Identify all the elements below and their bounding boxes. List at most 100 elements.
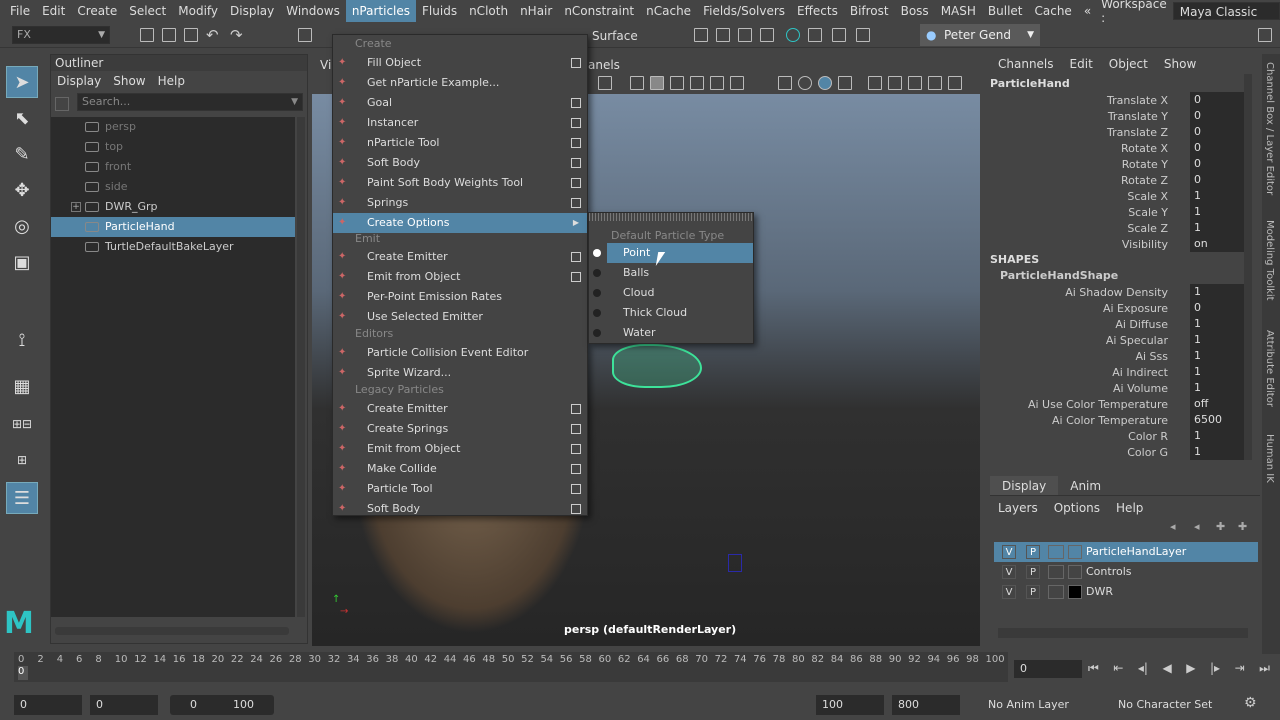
attribute-value-field[interactable]: 1 — [1190, 428, 1248, 444]
attribute-value-field[interactable]: 0 — [1190, 140, 1248, 156]
undo-icon[interactable]: ↶ — [206, 26, 219, 44]
side-tab-2[interactable]: Attribute Editor — [1264, 330, 1275, 407]
menu-nhair[interactable]: nHair — [514, 0, 558, 22]
option-box-icon[interactable] — [571, 484, 581, 494]
animation-prefs-icon[interactable]: ⚙ — [1244, 695, 1257, 711]
attribute-value-field[interactable]: on — [1190, 236, 1248, 252]
menu-select[interactable]: Select — [123, 0, 172, 22]
visibility-toggle[interactable]: V — [1002, 565, 1016, 579]
attribute-name[interactable]: Rotate Y — [1122, 158, 1168, 171]
layer-color-swatch[interactable] — [1068, 585, 1082, 599]
attribute-value-field[interactable]: 1 — [1190, 364, 1248, 380]
character-set-dropdown[interactable]: No Character Set — [1118, 695, 1236, 715]
menu-item-springs[interactable]: ✦ Springs — [333, 193, 587, 213]
attribute-name[interactable]: Ai Diffuse — [1115, 318, 1168, 331]
menu-item-make-collide[interactable]: ✦ Make Collide — [333, 459, 587, 479]
attribute-name[interactable]: Ai Volume — [1113, 382, 1168, 395]
go-to-end-icon[interactable]: ⏭ — [1259, 661, 1270, 676]
channel-menu-edit[interactable]: Edit — [1062, 57, 1101, 71]
layer-row[interactable]: V P Controls — [994, 562, 1258, 582]
outliner-menu-help[interactable]: Help — [152, 74, 191, 88]
outliner-item[interactable]: front — [51, 157, 295, 177]
tearoff-handle[interactable] — [589, 213, 753, 221]
menu-boss[interactable]: Boss — [895, 0, 935, 22]
attribute-value-field[interactable]: 1 — [1190, 188, 1248, 204]
attribute-value-field[interactable]: 1 — [1190, 220, 1248, 236]
attribute-name[interactable]: Rotate Z — [1121, 174, 1168, 187]
attribute-value-field[interactable]: 0 — [1190, 124, 1248, 140]
viewport-panels-menu[interactable]: anels — [588, 58, 620, 72]
hypershade-icon[interactable] — [760, 28, 774, 42]
attribute-value-field[interactable]: 0 — [1190, 172, 1248, 188]
menu-item-paint-soft-body-weights-tool[interactable]: ✦ Paint Soft Body Weights Tool — [333, 173, 587, 193]
lighting-icon[interactable] — [730, 76, 744, 90]
shape-name[interactable]: ParticleHandShape — [1000, 269, 1118, 282]
attribute-name[interactable]: Translate Y — [1108, 110, 1168, 123]
viewport-panel-menu[interactable]: Vi — [320, 58, 331, 72]
paint-select-icon[interactable]: ✎ — [6, 138, 38, 170]
playback-end-field[interactable]: 100 — [816, 695, 884, 715]
outliner-menu-show[interactable]: Show — [107, 74, 151, 88]
layer-editor-scrollbar[interactable] — [998, 628, 1248, 638]
menu-item-soft-body[interactable]: ✦ Soft Body — [333, 153, 587, 173]
menu-item-emit-from-object[interactable]: ✦ Emit from Object — [333, 439, 587, 459]
outliner-item[interactable]: top — [51, 137, 295, 157]
select-camera-icon[interactable] — [868, 76, 882, 90]
option-box-icon[interactable] — [571, 118, 581, 128]
attribute-name[interactable]: Ai Specular — [1106, 334, 1168, 347]
option-box-icon[interactable] — [571, 404, 581, 414]
isolate-icon[interactable] — [778, 76, 792, 90]
menu-file[interactable]: File — [4, 0, 36, 22]
option-box-icon[interactable] — [571, 444, 581, 454]
menu-edit[interactable]: Edit — [36, 0, 71, 22]
attribute-name[interactable]: Ai Exposure — [1103, 302, 1168, 315]
outliner-layout-icon[interactable]: ☰ — [6, 482, 38, 514]
render-icon[interactable] — [694, 28, 708, 42]
expand-icon[interactable]: + — [71, 202, 81, 212]
lights-icon[interactable] — [690, 76, 704, 90]
particle-type-water[interactable]: Water — [607, 323, 753, 343]
new-layer-icon[interactable]: ✚ — [1216, 520, 1225, 533]
layer-color-swatch[interactable] — [1068, 545, 1082, 559]
menu-item-create-options[interactable]: ✦ Create Options ▶ — [333, 213, 587, 233]
attribute-name[interactable]: Ai Color Temperature — [1052, 414, 1168, 427]
step-back-key-icon[interactable]: ⇤ — [1113, 661, 1123, 675]
open-scene-icon[interactable] — [162, 28, 176, 42]
camera-attrs-icon[interactable] — [598, 76, 612, 90]
xray-joints-icon[interactable] — [818, 76, 832, 90]
menu-modify[interactable]: Modify — [172, 0, 224, 22]
gate-icon[interactable] — [838, 76, 852, 90]
playback-icon[interactable] — [832, 28, 846, 42]
menu-nconstraint[interactable]: nConstraint — [558, 0, 640, 22]
menu-item-create-emitter[interactable]: ✦ Create Emitter — [333, 247, 587, 267]
outliner-item[interactable]: + DWR_Grp — [51, 197, 295, 217]
option-box-icon[interactable] — [571, 424, 581, 434]
outliner-item[interactable]: ParticleHand — [51, 217, 295, 237]
menu-item-sprite-wizard[interactable]: ✦ Sprite Wizard... — [333, 363, 587, 383]
menu-item-get-nparticle-example[interactable]: ✦ Get nParticle Example... — [333, 73, 587, 93]
option-box-icon[interactable] — [571, 58, 581, 68]
range-slider[interactable]: 0 100 — [170, 695, 274, 715]
new-layer-selected-icon[interactable]: ✚ — [1238, 520, 1247, 533]
menu-windows[interactable]: Windows — [280, 0, 346, 22]
outliner-item[interactable]: side — [51, 177, 295, 197]
sidebar-toggle-icon[interactable] — [1258, 28, 1272, 42]
outliner-item[interactable]: persp — [51, 117, 295, 137]
attribute-value-field[interactable]: 1 — [1190, 284, 1248, 300]
menu-item-particle-collision-event-editor[interactable]: ✦ Particle Collision Event Editor — [333, 343, 587, 363]
layer-row[interactable]: V P DWR — [994, 582, 1258, 602]
attribute-name[interactable]: Translate X — [1107, 94, 1168, 107]
playback-toggle[interactable]: P — [1026, 565, 1040, 579]
menu-fluids[interactable]: Fluids — [416, 0, 463, 22]
shadows-icon[interactable] — [710, 76, 724, 90]
radio-button-icon[interactable] — [593, 309, 601, 317]
option-box-icon[interactable] — [571, 98, 581, 108]
particle-type-point[interactable]: Point — [607, 243, 753, 263]
attribute-value-field[interactable]: off — [1190, 396, 1248, 412]
radio-button-icon[interactable] — [593, 289, 601, 297]
particle-type-balls[interactable]: Balls — [607, 263, 753, 283]
outliner-menu-display[interactable]: Display — [51, 74, 107, 88]
radio-button-icon[interactable] — [593, 249, 601, 257]
attribute-name[interactable]: Ai Indirect — [1112, 366, 1168, 379]
option-box-icon[interactable] — [571, 272, 581, 282]
